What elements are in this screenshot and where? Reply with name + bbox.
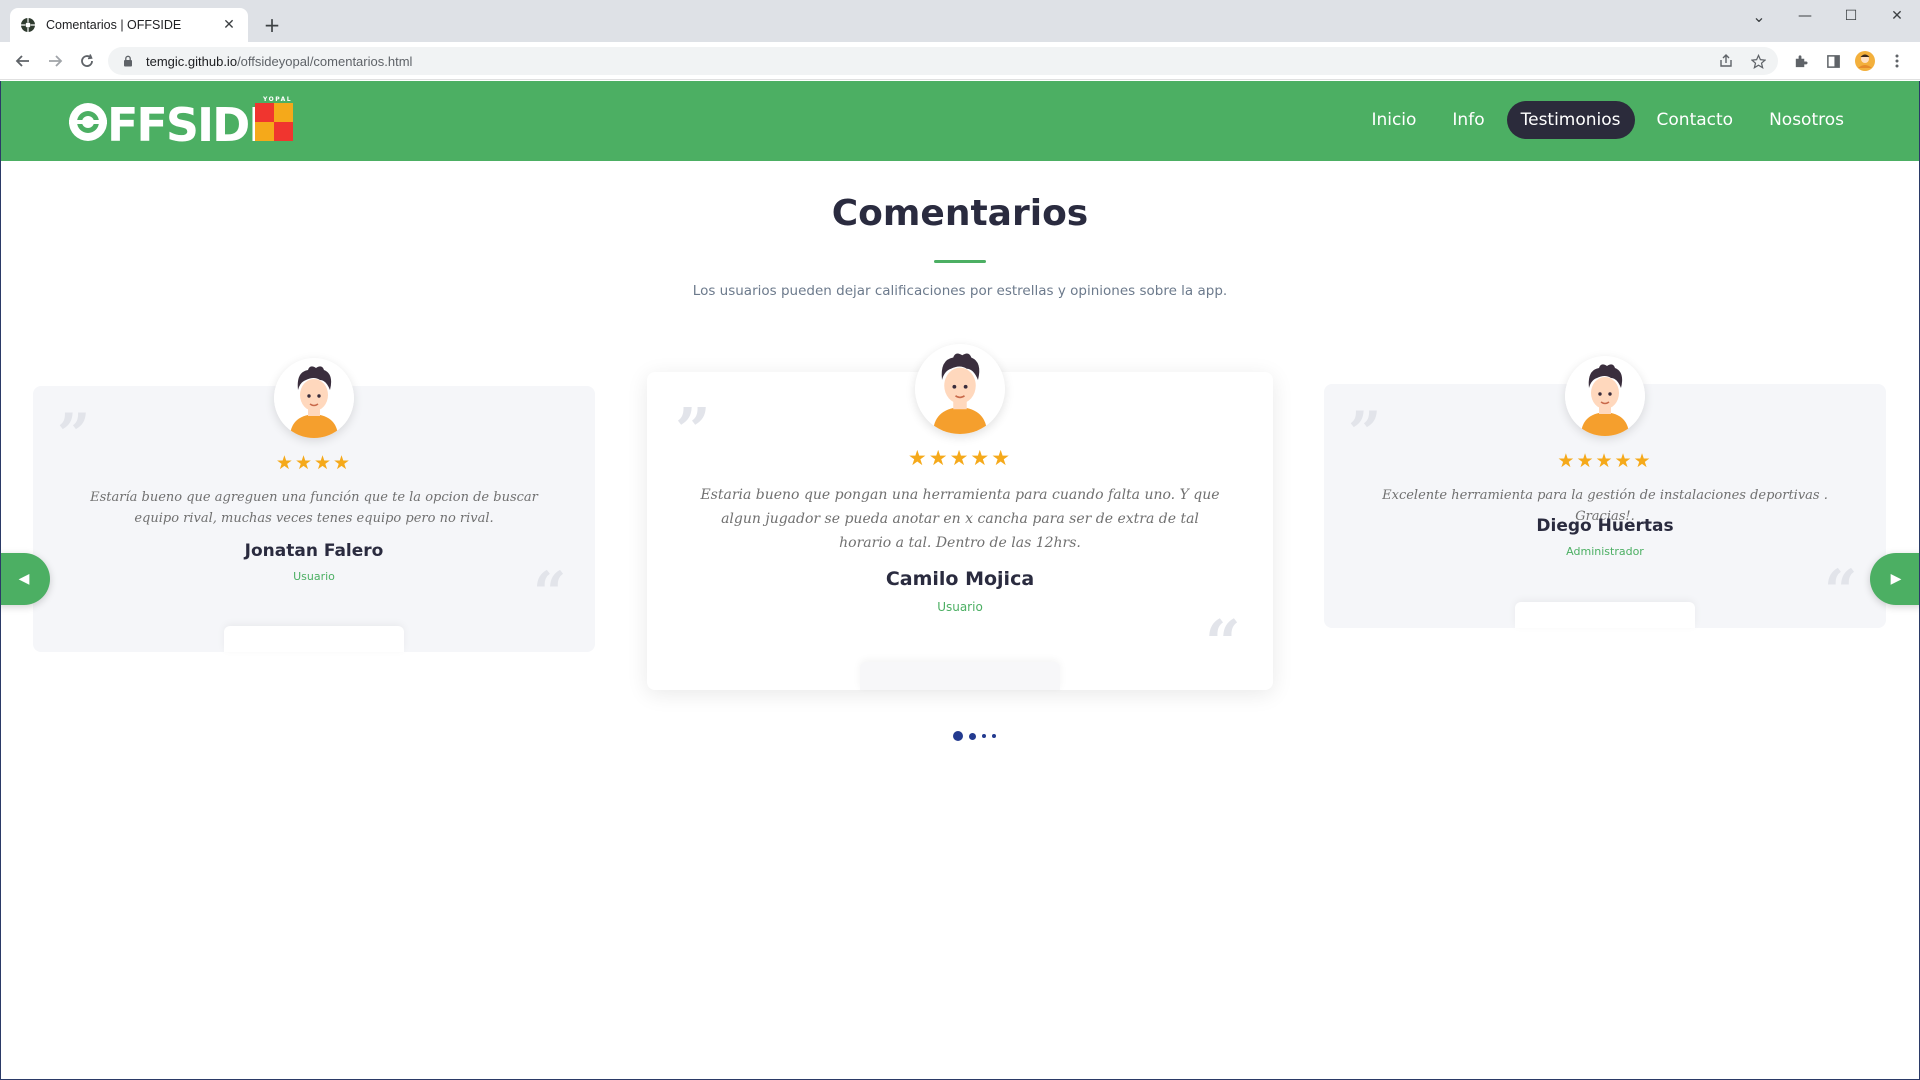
logo-text: FFSIDE: [107, 98, 278, 149]
page-title: Comentarios: [831, 193, 1089, 234]
carousel-prev-button[interactable]: ◀: [0, 553, 50, 605]
avatar: [1565, 356, 1645, 436]
carousel-dot[interactable]: [982, 734, 986, 738]
nav-nosotros[interactable]: Nosotros: [1755, 101, 1858, 139]
card-tab: [860, 662, 1060, 690]
browser-toolbar: temgic.github.io/offsideyopal/comentario…: [0, 42, 1920, 80]
url-text: temgic.github.io/offsideyopal/comentario…: [146, 53, 413, 69]
user-avatar-icon: [1565, 356, 1645, 436]
browser-tab[interactable]: Comentarios | OFFSIDE ✕: [10, 8, 248, 42]
lock-icon: [124, 55, 132, 67]
avatar: [915, 344, 1005, 434]
main-nav: Inicio Info Testimonios Contacto Nosotro…: [1357, 101, 1858, 139]
reload-icon[interactable]: [76, 50, 98, 72]
back-arrow-icon[interactable]: [12, 50, 34, 72]
quote-close-icon: “: [1824, 557, 1858, 625]
testimonial-role: Usuario: [293, 570, 335, 583]
extensions-icon[interactable]: [1789, 50, 1811, 72]
avatar: [274, 358, 354, 438]
minimize-button[interactable]: —: [1782, 4, 1828, 28]
title-divider: [934, 260, 986, 263]
address-bar[interactable]: temgic.github.io/offsideyopal/comentario…: [108, 47, 1778, 75]
carousel-dot-active[interactable]: [953, 731, 963, 741]
bookmark-star-icon[interactable]: [1748, 51, 1768, 71]
close-tab-icon[interactable]: ✕: [220, 17, 238, 33]
nav-info[interactable]: Info: [1438, 101, 1498, 139]
carousel-dot[interactable]: [969, 732, 976, 740]
side-panel-icon[interactable]: [1822, 50, 1844, 72]
carousel-dots: [953, 731, 996, 741]
site-header: FFSIDE YOPAL Inicio Info Testimonios Con…: [0, 81, 1920, 161]
new-tab-button[interactable]: +: [262, 12, 282, 38]
nav-contacto[interactable]: Contacto: [1643, 101, 1748, 139]
share-icon[interactable]: [1716, 51, 1736, 71]
tab-title: Comentarios | OFFSIDE: [46, 18, 182, 32]
user-avatar-icon: [274, 358, 354, 438]
logo-subtext: YOPAL: [262, 96, 292, 103]
carousel-next-button[interactable]: ▶: [1870, 553, 1920, 605]
carousel-dot[interactable]: [992, 734, 996, 738]
testimonial-name: Camilo Mojica: [885, 568, 1035, 590]
profile-avatar-icon[interactable]: [1854, 50, 1876, 72]
testimonial-name: Jonatan Falero: [244, 541, 384, 561]
testimonial-role: Usuario: [937, 600, 983, 614]
nav-inicio[interactable]: Inicio: [1357, 101, 1430, 139]
browser-tab-bar: Comentarios | OFFSIDE ✕ + ⌄ — ☐ ✕: [0, 0, 1920, 42]
testimonial-role: Administrador: [1566, 545, 1644, 558]
menu-dots-icon[interactable]: [1886, 50, 1908, 72]
card-tab: [1515, 602, 1695, 628]
soccer-ball-icon: [21, 18, 35, 32]
rating-stars: ★★★★★: [907, 446, 1013, 470]
testimonial-name: Diego Huertas: [1536, 516, 1674, 536]
close-window-button[interactable]: ✕: [1874, 4, 1920, 28]
card-tab: [224, 626, 404, 652]
testimonial-comment: Estaria bueno que pongan una herramienta…: [700, 487, 1220, 551]
rating-stars: ★★★★★: [1557, 450, 1653, 472]
rating-stars: ★★★★: [275, 452, 353, 474]
maximize-button[interactable]: ☐: [1828, 4, 1874, 28]
page-subtitle: Los usuarios pueden dejar calificaciones…: [692, 283, 1228, 299]
testimonial-comment: Estaría bueno que agreguen una función q…: [90, 490, 538, 526]
nav-testimonios[interactable]: Testimonios: [1506, 101, 1635, 139]
forward-arrow-icon[interactable]: [44, 50, 66, 72]
offside-logo[interactable]: FFSIDE YOPAL: [67, 93, 297, 152]
tab-search-icon[interactable]: ⌄: [1736, 4, 1782, 28]
user-avatar-icon: [915, 344, 1005, 434]
quote-close-icon: “: [1205, 606, 1241, 679]
